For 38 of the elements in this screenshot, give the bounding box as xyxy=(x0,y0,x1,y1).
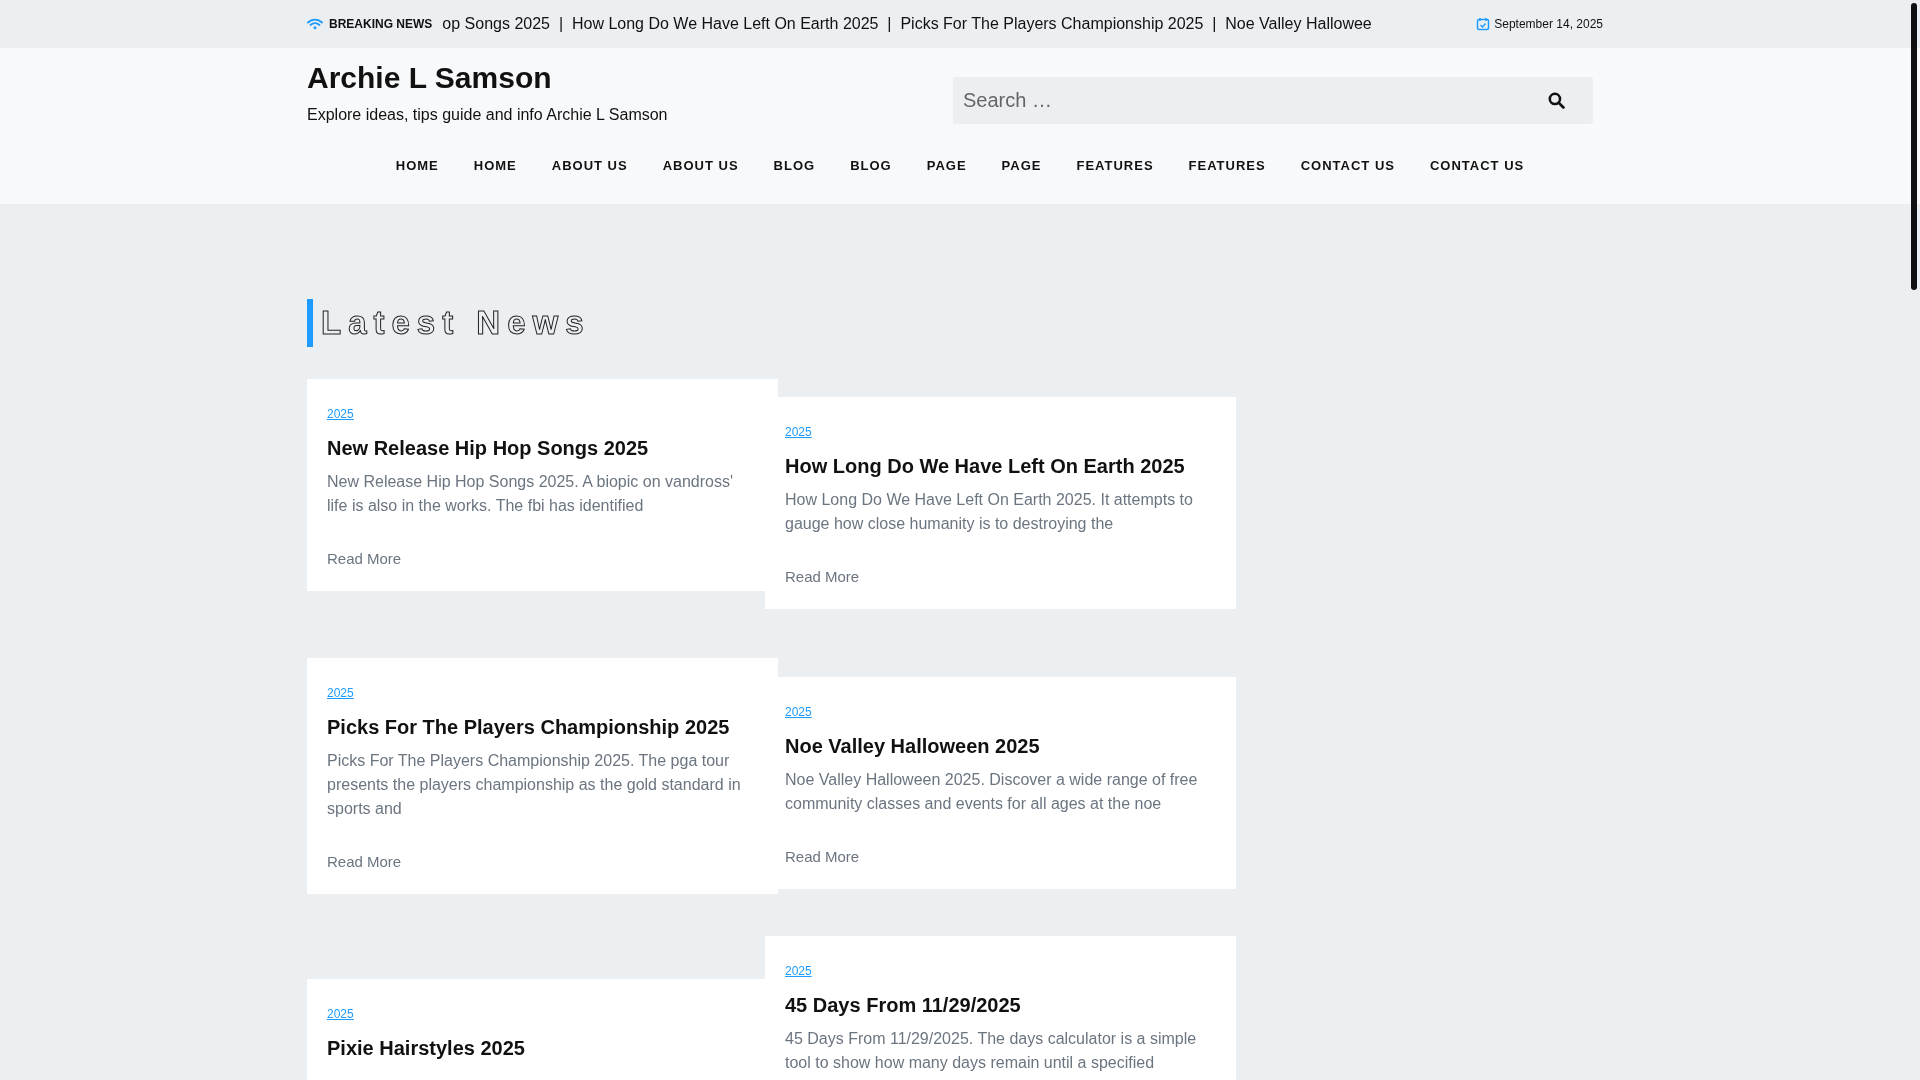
nav-link[interactable]: PAGE xyxy=(909,156,985,176)
site-title[interactable]: Archie L Samson xyxy=(307,60,552,96)
wifi-icon xyxy=(307,18,323,30)
post-excerpt: How Long Do We Have Left On Earth 2025. It attempts to gauge how close humanity is to destroying the xyxy=(785,490,1194,534)
read-more-link[interactable]: Read More xyxy=(785,848,860,865)
nav-link[interactable]: ABOUT US xyxy=(534,156,646,176)
search-field[interactable]: Search … xyxy=(953,77,1593,124)
post-title[interactable]: How Long Do We Have Left On Earth 2025 xyxy=(785,455,1185,478)
section-heading: Latest News xyxy=(307,299,591,347)
nav-link[interactable]: CONTACT US xyxy=(1283,156,1413,176)
news-ticker[interactable]: op Songs 2025 | How Long Do We Have Left On Earth 2025 | Picks For The Players Championship 2025 | Noe Valley Hallowee xyxy=(442,15,1372,33)
read-more-link[interactable]: Read More xyxy=(785,568,860,585)
current-date: September 14, 2025 xyxy=(1494,17,1603,31)
post-title[interactable]: Noe Valley Halloween 2025 xyxy=(785,735,1040,758)
scrollbar-thumb[interactable] xyxy=(1911,3,1917,290)
nav-link[interactable]: BLOG xyxy=(756,156,833,176)
nav-link[interactable]: FEATURES xyxy=(1058,156,1172,176)
nav-link[interactable]: HOME xyxy=(456,156,535,176)
search-icon[interactable] xyxy=(1548,92,1565,109)
post-title[interactable]: New Release Hip Hop Songs 2025 xyxy=(327,437,649,460)
calendar-icon xyxy=(1476,17,1491,31)
post-excerpt: Noe Valley Halloween 2025. Discover a wide range of free community classes and events for all ages at the noe xyxy=(785,770,1199,814)
read-more-link[interactable]: Read More xyxy=(327,853,402,870)
nav-link[interactable]: BLOG xyxy=(832,156,910,176)
nav-link[interactable]: FEATURES xyxy=(1171,156,1284,176)
read-more-link[interactable]: Read More xyxy=(327,550,402,567)
breaking-news-label: BREAKING NEWS xyxy=(329,17,433,31)
post-title[interactable]: 45 Days From 11/29/2025 xyxy=(785,994,1021,1017)
nav-link[interactable]: ABOUT US xyxy=(645,156,757,176)
post-excerpt: 45 Days From 11/29/2025. The days calculator is a simple tool to show how many days remain until a specified xyxy=(785,1029,1198,1073)
post-excerpt: New Release Hip Hop Songs 2025. A biopic on vandross' life is also in the works. The fbi has identified xyxy=(327,472,734,516)
post-excerpt: Picks For The Players Championship 2025. The pga tour presents the players championship as the gold standard in sports and xyxy=(327,751,742,819)
post-title[interactable]: Picks For The Players Championship 2025 xyxy=(327,716,730,739)
site-tagline: Explore ideas, tips guide and info Archie L Samson xyxy=(307,106,668,124)
nav-link[interactable]: CONTACT US xyxy=(1412,156,1542,176)
nav-link[interactable]: PAGE xyxy=(984,156,1059,176)
post-title[interactable]: Pixie Hairstyles 2025 xyxy=(327,1037,525,1060)
nav-link[interactable]: HOME xyxy=(378,156,457,176)
